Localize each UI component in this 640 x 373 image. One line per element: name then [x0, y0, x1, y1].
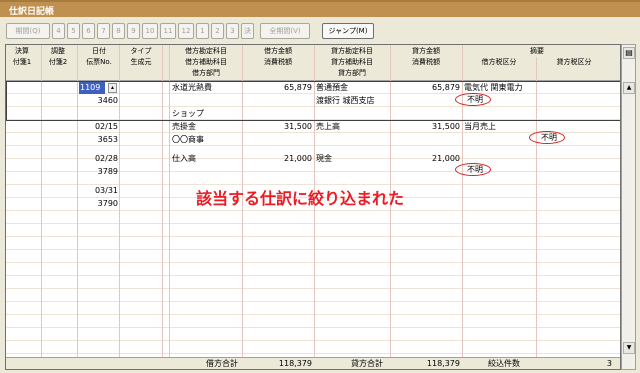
month-button[interactable]: 1: [196, 23, 209, 39]
voucher-no: 3460: [97, 96, 118, 105]
month-button[interactable]: 10: [142, 23, 158, 39]
debit-amount: 31,500: [284, 122, 312, 131]
scroll-down-icon[interactable]: ▼: [623, 342, 635, 354]
clipboard-icon[interactable]: ▤: [623, 47, 635, 59]
header-cell: 貸方税区分: [556, 58, 592, 66]
debit-amount: 21,000: [284, 154, 312, 163]
header-cell: 決算: [15, 47, 29, 55]
highlight-oval: [529, 131, 565, 144]
highlight-oval: [455, 163, 491, 176]
month-button[interactable]: 5: [67, 23, 80, 39]
month-button[interactable]: 7: [97, 23, 110, 39]
period-button[interactable]: 期間(Q): [6, 23, 50, 39]
header-cell: 摘要: [530, 47, 544, 55]
header-cell: 伝票No.: [86, 58, 112, 66]
credit-amount: 21,000: [432, 154, 460, 163]
scroll-up-icon[interactable]: ▲: [623, 82, 635, 94]
header-cell: 生成元: [130, 58, 152, 66]
header-cell: 借方金額: [264, 47, 292, 55]
header-cell: 調整: [51, 47, 65, 55]
header-cell: 借方補助科目: [185, 58, 227, 66]
toolbar: 期間(Q) 4 5 6 7 8 9 10 11 12 1 2 3 決 全期間(V…: [0, 17, 640, 44]
voucher-no: 3653: [97, 135, 118, 144]
header-cell: 付箋1: [12, 58, 32, 66]
month-button[interactable]: 決: [241, 23, 254, 39]
date-cell[interactable]: 1109: [79, 82, 105, 94]
header-cell: タイプ: [130, 47, 152, 55]
voucher-no: 3789: [97, 167, 118, 176]
debit-dept: ショップ: [172, 109, 204, 118]
memo: 当月売上: [464, 122, 496, 131]
jump-button[interactable]: ジャンプ(M): [322, 23, 374, 39]
header-cell: 付箋2: [48, 58, 68, 66]
date-cell: 03/31: [94, 186, 118, 195]
date-spin-icon[interactable]: ▴: [108, 83, 117, 93]
callout-text: 該当する仕訳に絞り込まれた: [196, 189, 405, 208]
all-period-button[interactable]: 全期間(V): [260, 23, 310, 39]
debit-account: 売掛金: [172, 122, 196, 131]
debit-total-label: 借方合計: [206, 359, 238, 368]
header-cell: 貸方金額: [412, 47, 440, 55]
header-cell: 貸方補助科目: [331, 58, 373, 66]
month-button[interactable]: 4: [52, 23, 65, 39]
credit-account: 売上高: [316, 122, 340, 131]
debit-amount: 65,879: [284, 83, 312, 92]
month-button[interactable]: 2: [211, 23, 224, 39]
header-cell: 借方税区分: [481, 58, 517, 66]
month-button[interactable]: 11: [160, 23, 176, 39]
month-button[interactable]: 3: [226, 23, 239, 39]
header-cell: 消費税額: [412, 58, 440, 66]
credit-sub: 渡銀行 城西支店: [316, 96, 375, 105]
filter-count-label: 絞込件数: [488, 359, 520, 368]
window-title: 仕訳日記帳: [0, 0, 640, 17]
debit-account: 仕入高: [172, 154, 196, 163]
credit-amount: 65,879: [432, 83, 460, 92]
debit-account: 水道光熱費: [172, 83, 212, 92]
filter-count: 3: [606, 359, 612, 368]
date-cell: 02/28: [94, 154, 118, 163]
header-cell: 貸方部門: [338, 69, 366, 77]
credit-account: 現金: [316, 154, 332, 163]
header-cell: 借方勘定科目: [185, 47, 227, 55]
header-cell: 日付: [92, 47, 106, 55]
date-cell: 02/15: [94, 122, 118, 131]
debit-total: 118,379: [278, 359, 312, 368]
header-cell: 借方部門: [192, 69, 220, 77]
header-cell: 貸方勘定科目: [331, 47, 373, 55]
header-cell: 消費税額: [264, 58, 292, 66]
month-button[interactable]: 9: [127, 23, 140, 39]
credit-account: 普通預金: [316, 83, 348, 92]
vertical-scrollbar[interactable]: ▤ ▲ ▼: [621, 44, 636, 370]
month-button[interactable]: 8: [112, 23, 125, 39]
totals-bar: 借方合計 118,379 貸方合計 118,379 絞込件数 3: [6, 357, 620, 369]
month-button[interactable]: 12: [178, 23, 194, 39]
debit-sub: 〇〇商事: [172, 135, 204, 144]
credit-total-label: 貸方合計: [351, 359, 383, 368]
credit-total: 118,379: [426, 359, 460, 368]
voucher-no: 3790: [97, 199, 118, 208]
month-button[interactable]: 6: [82, 23, 95, 39]
highlight-oval: [455, 93, 491, 106]
credit-amount: 31,500: [432, 122, 460, 131]
